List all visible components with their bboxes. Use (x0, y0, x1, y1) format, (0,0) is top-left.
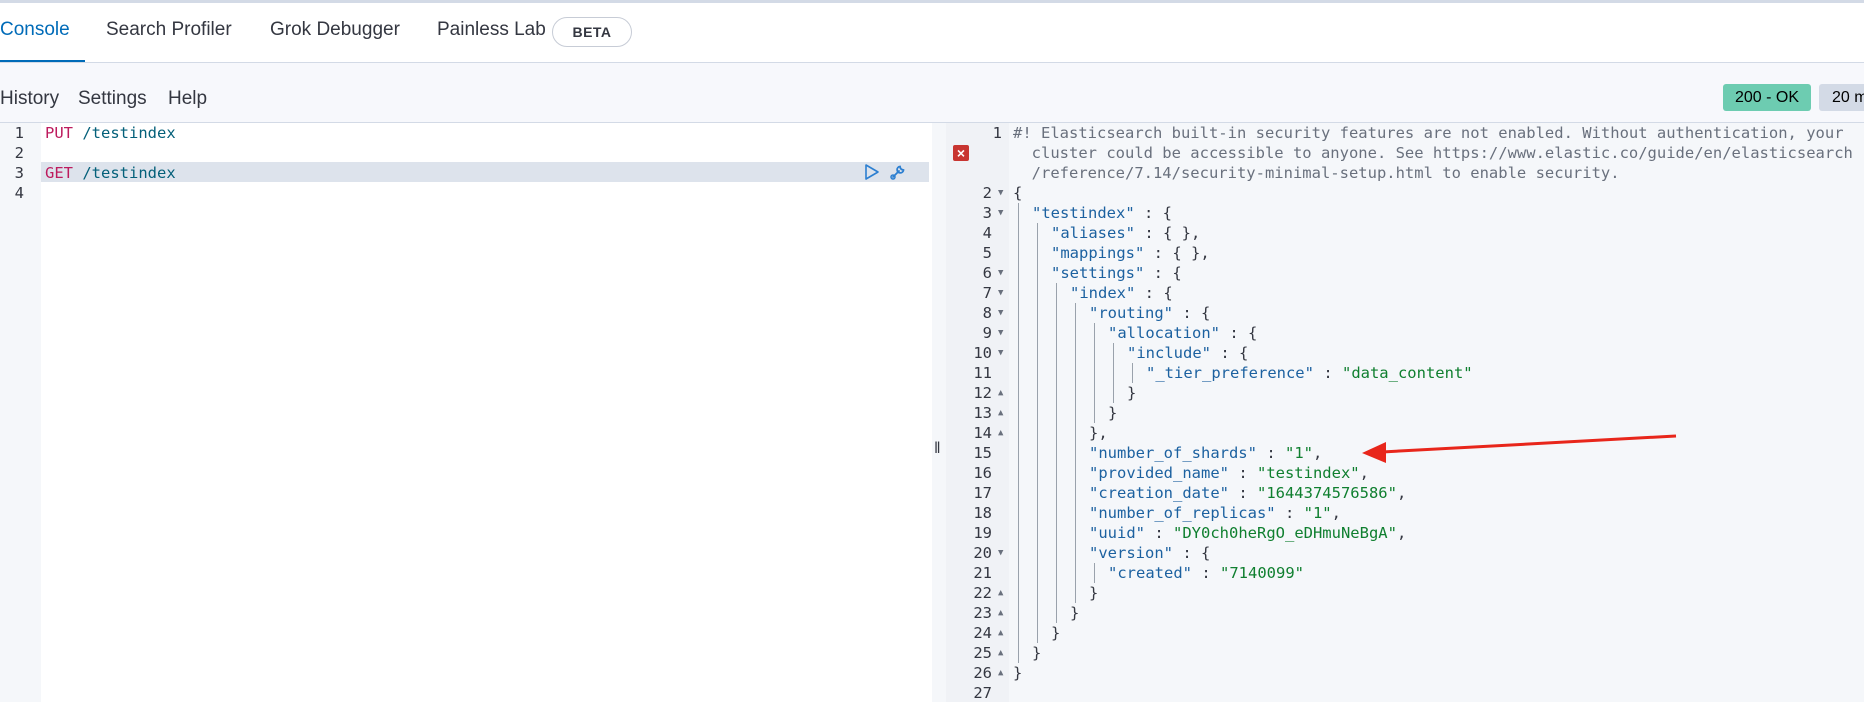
annotation-arrow (1362, 434, 1677, 463)
